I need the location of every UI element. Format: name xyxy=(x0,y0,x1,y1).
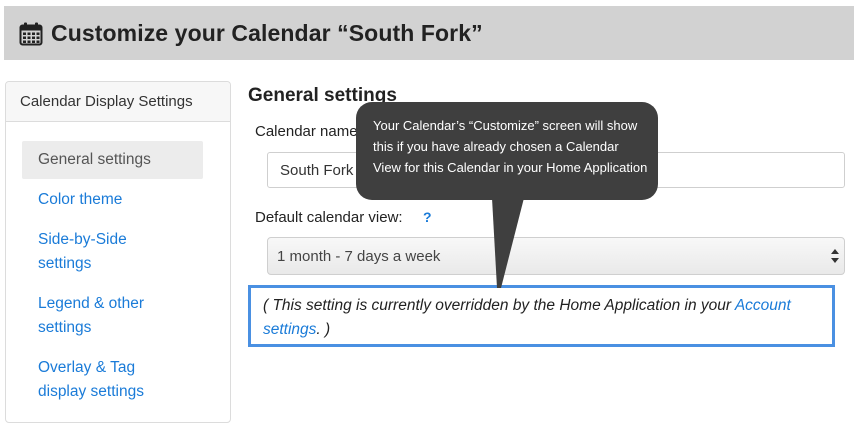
sidebar-item-overlay-tag-settings[interactable]: Overlay & Tag display settings xyxy=(38,356,210,404)
sidebar-header-label: Calendar Display Settings xyxy=(20,93,193,110)
sidebar-item-general-settings[interactable]: General settings xyxy=(22,141,203,179)
calendar-name-label: Calendar name xyxy=(255,123,358,140)
sidebar-item-label-line: display settings xyxy=(38,383,144,400)
override-note-text: ( This setting is currently overridden b… xyxy=(263,297,735,314)
select-arrows-icon xyxy=(831,249,839,263)
calendar-icon xyxy=(19,22,43,46)
tooltip-text: Your Calendar’s “Customize” screen will … xyxy=(373,118,648,175)
sidebar-header: Calendar Display Settings xyxy=(6,82,230,122)
page-header: Customize your Calendar “South Fork” xyxy=(4,6,854,60)
tooltip-pointer xyxy=(492,198,524,288)
override-note-highlight: ( This setting is currently overridden b… xyxy=(248,285,835,347)
sidebar-item-label-line: Side-by-Side xyxy=(38,231,127,248)
sidebar-item-color-theme[interactable]: Color theme xyxy=(38,188,210,212)
help-icon[interactable]: ? xyxy=(423,209,432,225)
sidebar-item-side-by-side-settings[interactable]: Side-by-Side settings xyxy=(38,228,210,276)
sidebar-item-label-line: settings xyxy=(38,255,92,272)
sidebar-item-label-line: settings xyxy=(38,319,92,336)
page-title: Customize your Calendar “South Fork” xyxy=(51,20,483,46)
default-view-selected-value: 1 month - 7 days a week xyxy=(277,248,441,265)
callout-tooltip: Your Calendar’s “Customize” screen will … xyxy=(356,102,658,200)
sidebar-item-label-line: Overlay & Tag xyxy=(38,359,136,376)
default-view-label: Default calendar view: xyxy=(255,209,403,226)
default-view-select[interactable]: 1 month - 7 days a week xyxy=(267,237,845,275)
sidebar-item-label-line: Legend & other xyxy=(38,295,145,312)
sidebar-item-legend-settings[interactable]: Legend & other settings xyxy=(38,292,210,340)
override-note-end: . ) xyxy=(316,321,331,338)
override-note: ( This setting is currently overridden b… xyxy=(263,294,833,342)
